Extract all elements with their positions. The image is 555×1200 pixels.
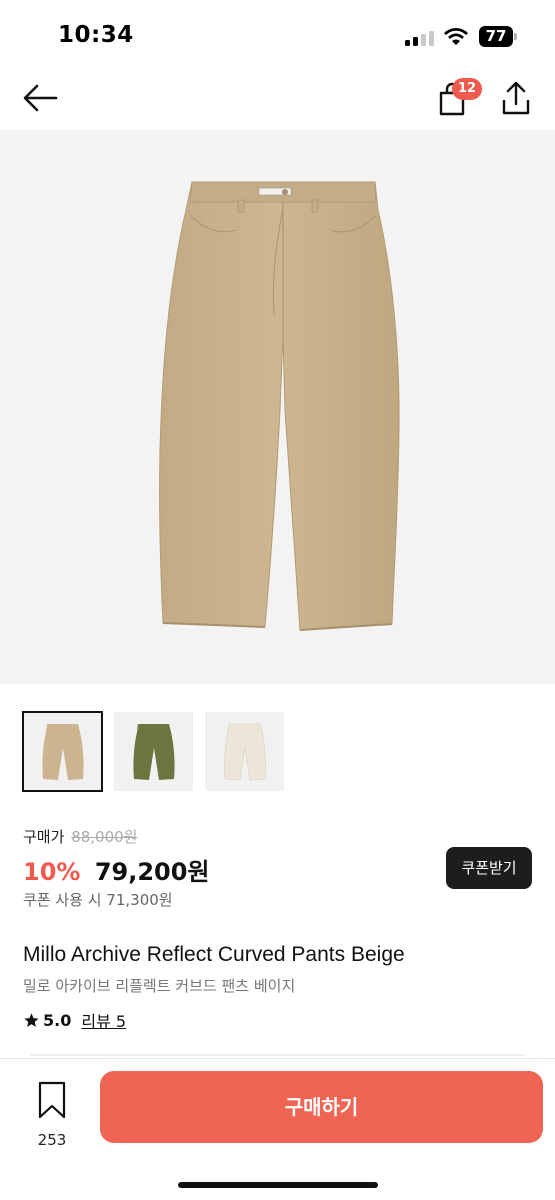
signal-icon <box>405 30 435 46</box>
status-time: 10:34 <box>58 22 134 48</box>
thumbnail-beige[interactable] <box>22 711 103 792</box>
section-divider <box>30 1054 525 1056</box>
battery-icon: 77 <box>479 26 517 47</box>
price-label-row: 구매가 88,000원 <box>23 826 137 847</box>
thumbnail-cream[interactable] <box>205 712 284 791</box>
product-main-image[interactable] <box>0 130 555 684</box>
status-bar: 10:34 77 <box>0 0 555 70</box>
arrow-left-icon[interactable] <box>20 80 60 116</box>
wishlist-count: 253 <box>37 1131 67 1149</box>
wifi-icon <box>444 28 468 45</box>
original-price: 88,000원 <box>71 828 138 846</box>
coupon-price: 쿠폰 사용 시 71,300원 <box>23 891 173 909</box>
bookmark-icon <box>38 1081 66 1119</box>
rating-row: 5.0 리뷰 5 <box>23 1008 126 1032</box>
product-name-korean: 밀로 아카이브 리플렉트 커브드 팬츠 베이지 <box>23 977 296 995</box>
review-link[interactable]: 리뷰 5 <box>81 1008 126 1032</box>
sale-price: 79,200원 <box>94 858 210 886</box>
buy-button[interactable]: 구매하기 <box>100 1071 543 1143</box>
thumbnail-olive[interactable] <box>114 712 193 791</box>
product-name: Millo Archive Reflect Curved Pants Beige <box>23 943 405 966</box>
bottom-action-bar: 253 구매하기 <box>0 1058 555 1200</box>
star-icon <box>24 1012 39 1027</box>
discount-row: 10% 79,200원 <box>23 852 210 887</box>
battery-level: 77 <box>479 26 513 47</box>
nav-bar: 12 <box>0 70 555 128</box>
rating-value: 5.0 <box>43 1010 72 1030</box>
wishlist-button[interactable]: 253 <box>30 1079 74 1149</box>
pants-illustration <box>159 181 400 631</box>
coupon-button[interactable]: 쿠폰받기 <box>446 847 532 889</box>
home-indicator <box>178 1182 378 1188</box>
discount-percent: 10% <box>23 858 81 886</box>
price-label: 구매가 <box>23 828 65 846</box>
cart-count-badge: 12 <box>452 78 483 100</box>
share-icon[interactable] <box>496 78 536 118</box>
